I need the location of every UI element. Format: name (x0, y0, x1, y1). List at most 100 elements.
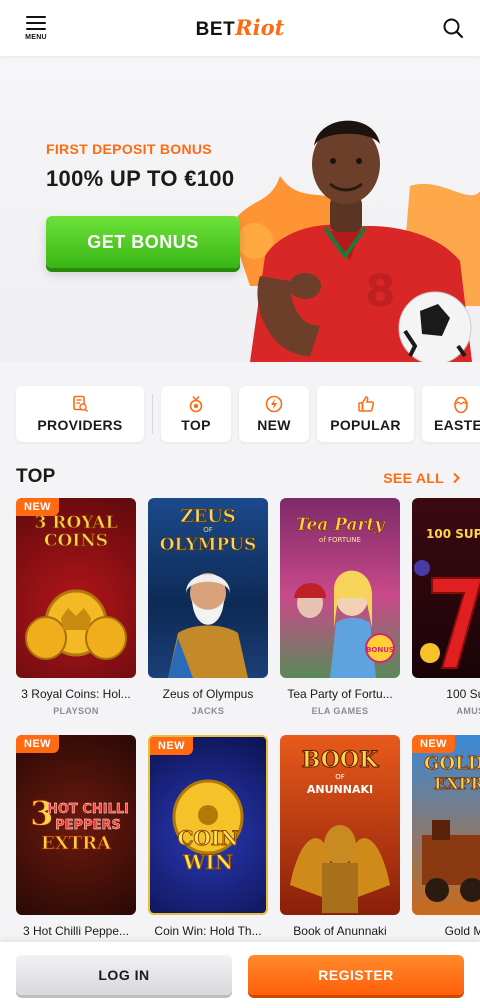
category-bar: PROVIDERS TOP NEW POPULAR EASTE (16, 386, 480, 442)
game-thumbnail[interactable]: Tea Party of FORTUNE BONUS (280, 498, 400, 678)
game-title: Gold Mine (444, 924, 480, 938)
svg-text:100 SUP: 100 SUP (426, 527, 480, 541)
top-header: MENU BET Riot (0, 0, 480, 56)
royal-coins-art: 3 ROYAL COINS (25, 513, 127, 660)
game-thumbnail[interactable]: NEW 3 HOT CHILLI PEPPERS EXTRA (16, 735, 136, 915)
category-easter[interactable]: EASTE (422, 386, 480, 442)
svg-text:WIN: WIN (182, 850, 233, 874)
game-title: Coin Win: Hold Th... (154, 924, 262, 938)
svg-text:COINS: COINS (44, 531, 108, 551)
logo-riot-text: Riot (235, 15, 285, 40)
register-button[interactable]: REGISTER (248, 955, 464, 995)
category-label: NEW (257, 417, 291, 433)
game-title: Zeus of Olympus (162, 687, 254, 701)
category-providers[interactable]: PROVIDERS (16, 386, 144, 442)
menu-button[interactable]: MENU (16, 15, 56, 41)
category-label: PROVIDERS (37, 417, 123, 433)
search-icon (443, 18, 464, 39)
game-card[interactable]: BOOK OF ANUNNAKI Book of Anunnaki (280, 735, 400, 972)
menu-label: MENU (25, 33, 47, 41)
category-divider (152, 394, 153, 434)
game-thumbnail[interactable]: NEW 3 ROYAL COINS (16, 498, 136, 678)
game-card[interactable]: NEW GOLD EXPR Gold Mine (412, 735, 480, 972)
game-card[interactable]: 100 SUP 100 Supe AMUSI (412, 498, 480, 735)
gold-express-art: GOLD EXPR (422, 753, 480, 902)
book-anunnaki-art: BOOK OF ANUNNAKI (290, 747, 390, 913)
svg-text:BONUS: BONUS (366, 646, 394, 654)
search-button[interactable] (424, 17, 464, 39)
svg-text:EXPR: EXPR (434, 774, 480, 793)
svg-text:OLYMPUS: OLYMPUS (160, 535, 257, 555)
svg-text:3 ROYAL: 3 ROYAL (35, 513, 118, 533)
game-card[interactable]: ZEUS OF OLYMPUS Zeus of Olympus JACKS (148, 498, 268, 735)
category-label: TOP (181, 417, 211, 433)
game-provider: AMUSI (456, 706, 480, 716)
game-thumbnail[interactable]: 100 SUP (412, 498, 480, 678)
100-super-art: 100 SUP (414, 527, 480, 669)
see-all-link[interactable]: SEE ALL (383, 470, 460, 486)
game-card[interactable]: NEW COIN WIN Coin Win: Hold Th... (148, 735, 268, 972)
games-grid: NEW 3 ROYAL COINS 3 Royal Coins: Hol... … (16, 498, 480, 972)
svg-text:BOOK: BOOK (302, 747, 379, 773)
svg-text:Tea Party: Tea Party (296, 515, 386, 535)
svg-text:GOLD: GOLD (424, 753, 480, 774)
chevron-right-icon (453, 472, 460, 484)
category-new[interactable]: NEW (239, 386, 309, 442)
game-title: 3 Hot Chilli Peppe... (22, 924, 130, 938)
new-badge: NEW (150, 737, 193, 755)
svg-text:COIN: COIN (178, 826, 239, 850)
hamburger-icon (26, 15, 46, 30)
game-card[interactable]: NEW 3 HOT CHILLI PEPPERS EXTRA 3 Hot Chi… (16, 735, 136, 972)
thumbs-up-icon (357, 396, 374, 412)
see-all-label: SEE ALL (383, 470, 444, 486)
svg-text:OF: OF (203, 526, 213, 534)
tea-party-art: Tea Party of FORTUNE BONUS (294, 515, 395, 678)
category-top[interactable]: TOP (161, 386, 231, 442)
logo-bet-text: BET (195, 19, 236, 40)
new-badge: NEW (16, 735, 59, 753)
promo-title: 100% UP TO €100 (46, 166, 235, 191)
game-title: Book of Anunnaki (293, 924, 387, 938)
game-title: 3 Royal Coins: Hol... (21, 687, 131, 701)
promo-tag: FIRST DEPOSIT BONUS (46, 141, 212, 157)
game-title: 100 Supe (446, 687, 480, 701)
svg-text:PEPPERS: PEPPERS (55, 818, 121, 833)
game-thumbnail[interactable]: NEW COIN WIN (148, 735, 268, 915)
get-bonus-button[interactable]: GET BONUS (46, 216, 240, 268)
auth-bar: LOG IN REGISTER (0, 942, 480, 1008)
game-thumbnail[interactable]: NEW GOLD EXPR (412, 735, 480, 915)
game-thumbnail[interactable]: ZEUS OF OLYMPUS (148, 498, 268, 678)
svg-text:ZEUS: ZEUS (180, 506, 236, 527)
game-thumbnail[interactable]: BOOK OF ANUNNAKI (280, 735, 400, 915)
zeus-art: ZEUS OF OLYMPUS (159, 506, 257, 678)
game-provider: ELA GAMES (311, 706, 369, 716)
easter-egg-icon (454, 396, 468, 413)
svg-text:of FORTUNE: of FORTUNE (319, 536, 361, 544)
providers-icon (73, 395, 89, 413)
promo-banner[interactable]: 8 FIRST DEPOSIT BONUS 100% UP TO €100 GE… (0, 56, 480, 362)
game-title: Tea Party of Fortu... (287, 687, 393, 701)
game-provider: JACKS (191, 706, 225, 716)
new-badge: NEW (16, 498, 59, 516)
lightning-icon (265, 395, 283, 413)
coin-win-art: COIN WIN (172, 779, 244, 875)
promo-player-illustration: 8 (230, 120, 480, 362)
category-label: EASTE (434, 417, 480, 433)
svg-text:EXTRA: EXTRA (41, 833, 112, 854)
section-title: TOP (16, 466, 56, 487)
svg-text:ANUNNAKI: ANUNNAKI (307, 783, 373, 796)
category-popular[interactable]: POPULAR (317, 386, 414, 442)
app-root: MENU BET Riot 8 FIRST DEPOSIT BONUS 100%… (0, 0, 480, 1008)
hot-chilli-art: 3 HOT CHILLI PEPPERS EXTRA (30, 794, 130, 855)
svg-text:HOT CHILLI: HOT CHILLI (47, 802, 129, 817)
category-label: POPULAR (330, 417, 401, 433)
site-logo[interactable]: BET Riot (196, 15, 285, 41)
login-button[interactable]: LOG IN (16, 955, 232, 995)
medal-icon (189, 396, 203, 413)
game-card[interactable]: Tea Party of FORTUNE BONUS Tea Party of … (280, 498, 400, 735)
svg-text:OF: OF (335, 773, 345, 781)
game-provider: PLAYSON (53, 706, 99, 716)
new-badge: NEW (412, 735, 455, 753)
game-card[interactable]: NEW 3 ROYAL COINS 3 Royal Coins: Hol... … (16, 498, 136, 735)
svg-text:8: 8 (365, 266, 396, 317)
